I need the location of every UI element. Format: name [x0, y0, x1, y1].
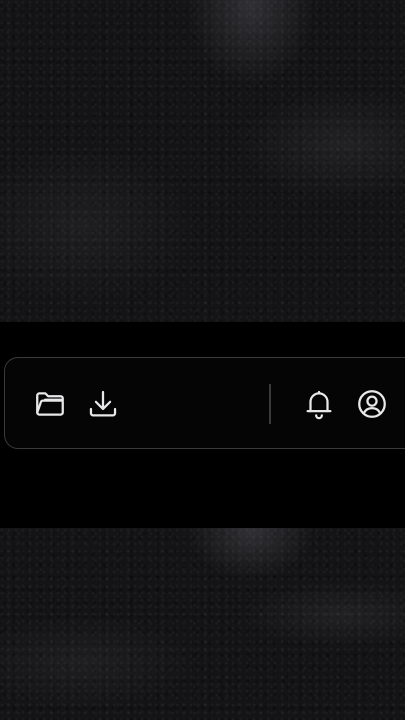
toolbar-divider [269, 384, 271, 424]
user-circle-icon [358, 390, 386, 418]
background-texture-bottom [0, 528, 405, 720]
folder-button[interactable] [32, 386, 68, 422]
folder-icon [36, 392, 64, 416]
notifications-button[interactable] [301, 386, 337, 422]
bell-icon [306, 390, 332, 420]
download-button[interactable] [85, 386, 121, 422]
account-button[interactable] [354, 386, 390, 422]
download-icon [89, 390, 117, 417]
screen [0, 0, 405, 720]
background-texture-top [0, 0, 405, 322]
